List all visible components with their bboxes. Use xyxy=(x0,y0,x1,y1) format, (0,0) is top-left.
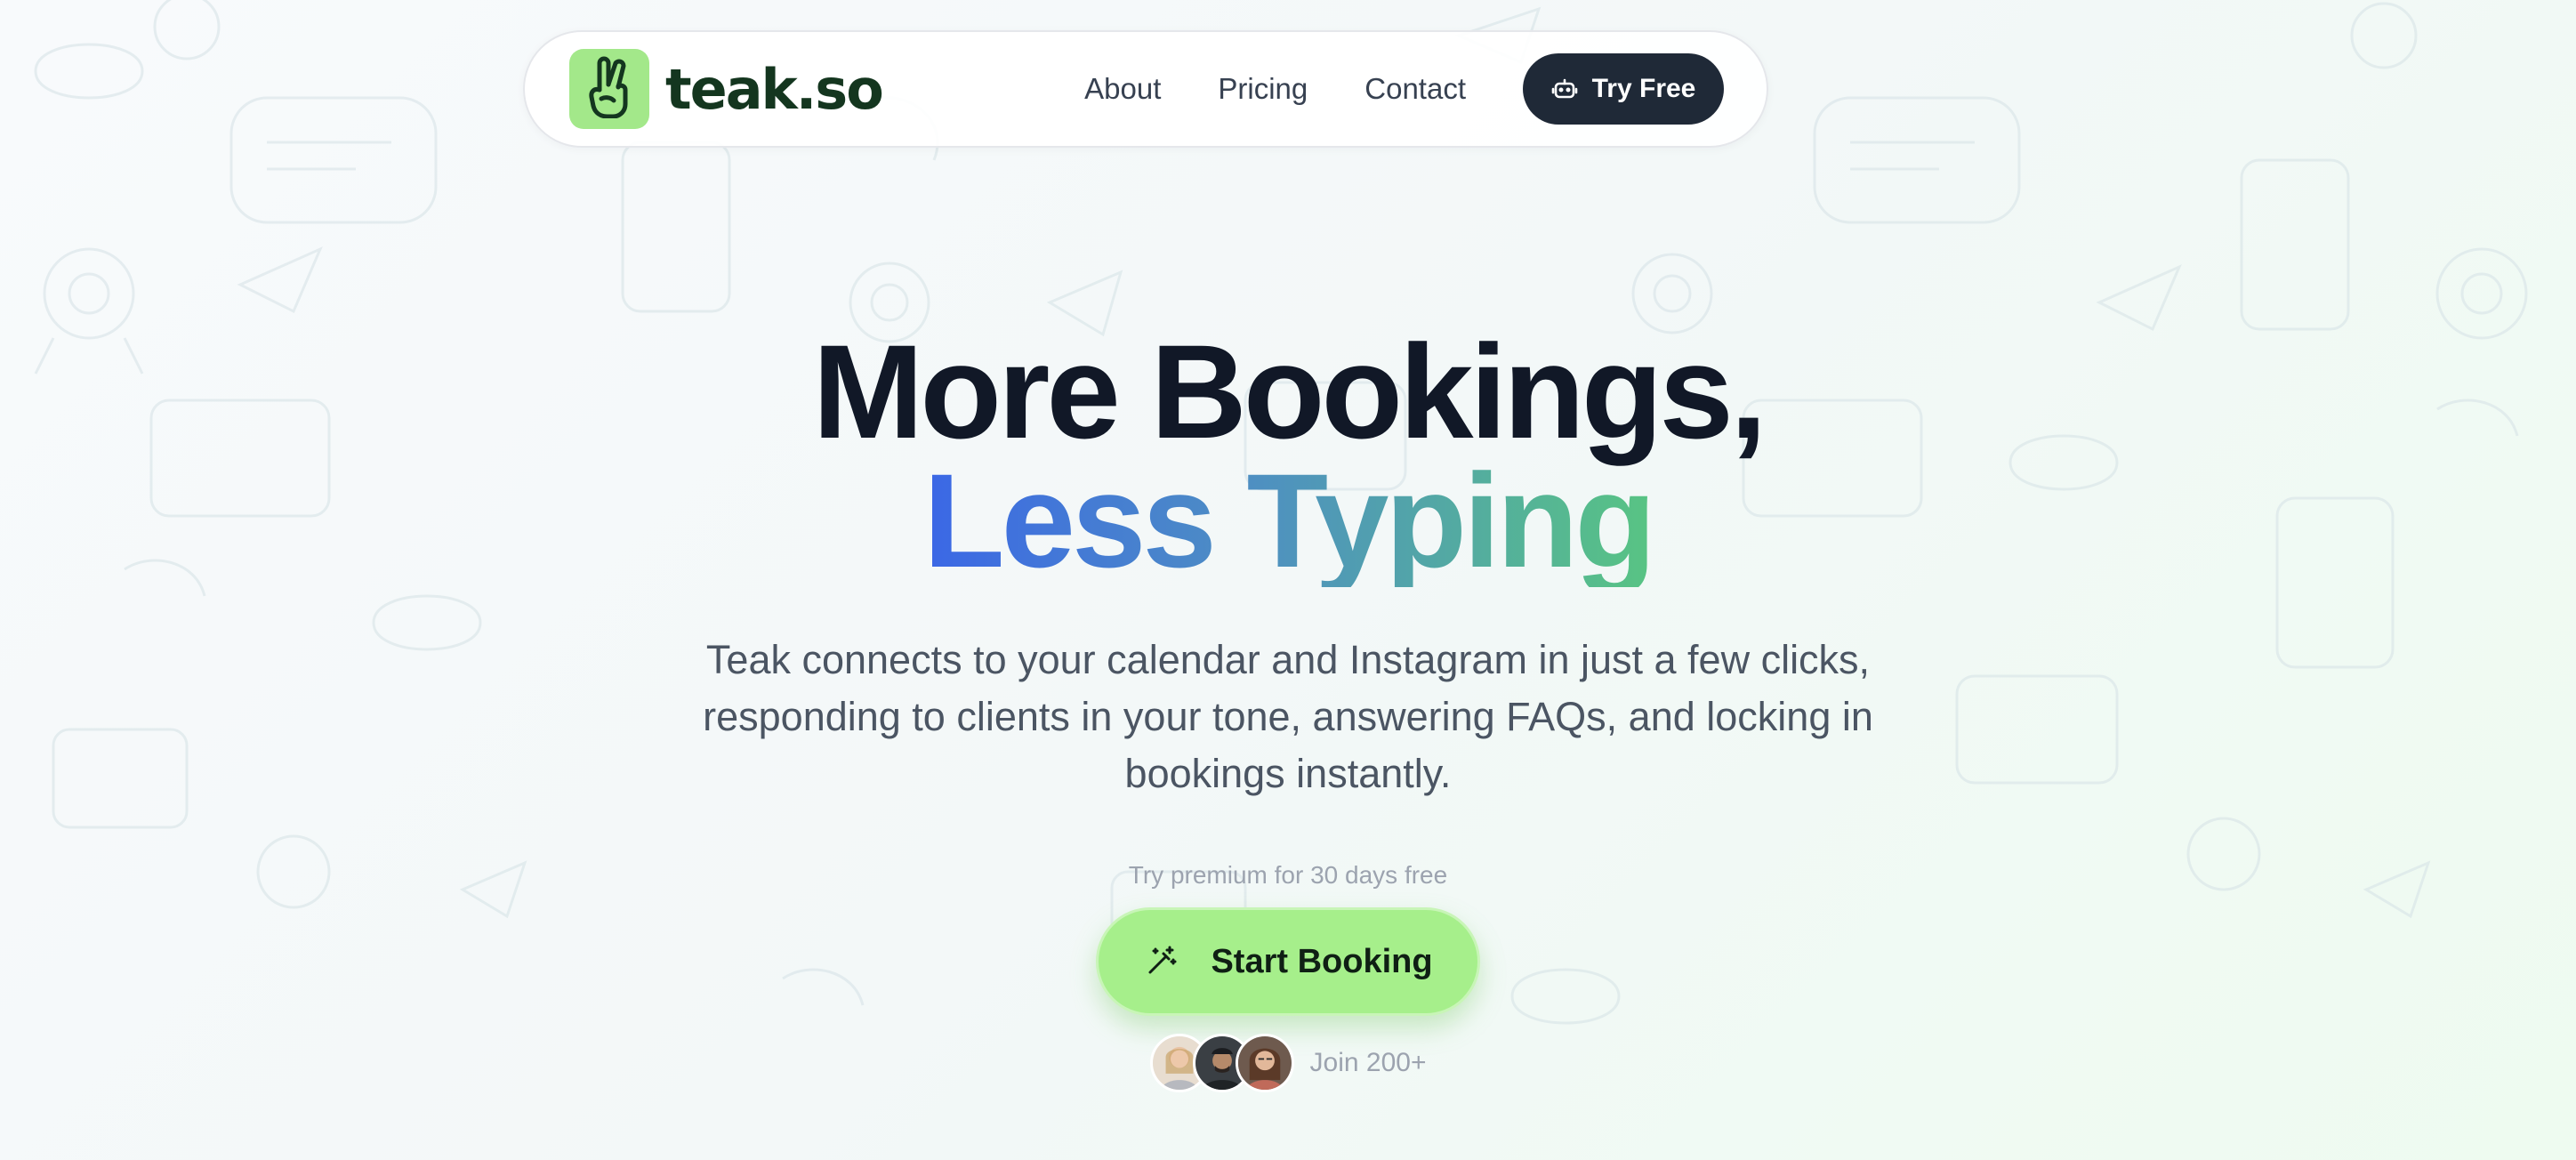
brand-name: teak.so xyxy=(665,56,884,122)
avatar-stack xyxy=(1149,1034,1294,1092)
nav-link-about[interactable]: About xyxy=(1084,72,1161,106)
hero-section: More Bookings, Less Typing Teak connects… xyxy=(0,317,2576,1092)
social-proof: Join 200+ xyxy=(0,1034,2576,1092)
premium-trial-note: Try premium for 30 days free xyxy=(1128,861,1448,889)
nav-links: About Pricing Contact xyxy=(1084,72,1466,106)
logo-tile xyxy=(569,49,649,129)
try-free-label: Try Free xyxy=(1591,74,1696,103)
hero-subtitle: Teak connects to your calendar and Insta… xyxy=(703,637,1873,796)
top-navbar: teak.so About Pricing Contact Try Free xyxy=(523,30,1768,148)
hero-title-line2: Less Typing xyxy=(922,446,1656,595)
hero-title: More Bookings, Less Typing xyxy=(0,317,2576,595)
hero-title-line1: More Bookings, xyxy=(812,317,1767,466)
nav-link-contact[interactable]: Contact xyxy=(1364,72,1466,106)
cta-wrapper: Start Booking xyxy=(0,907,2576,1016)
robot-icon xyxy=(1551,76,1578,102)
start-booking-button[interactable]: Start Booking xyxy=(1096,907,1480,1016)
join-count-text: Join 200+ xyxy=(1309,1048,1427,1077)
magic-wand-icon xyxy=(1143,944,1179,979)
nav-link-pricing[interactable]: Pricing xyxy=(1218,72,1308,106)
start-booking-label: Start Booking xyxy=(1211,942,1433,980)
peace-hand-icon xyxy=(582,56,637,123)
avatar xyxy=(1235,1034,1294,1092)
landing-page: teak.so About Pricing Contact Try Free M… xyxy=(0,0,2576,1160)
brand-logo-link[interactable]: teak.so xyxy=(569,49,884,129)
try-free-button[interactable]: Try Free xyxy=(1523,53,1724,125)
